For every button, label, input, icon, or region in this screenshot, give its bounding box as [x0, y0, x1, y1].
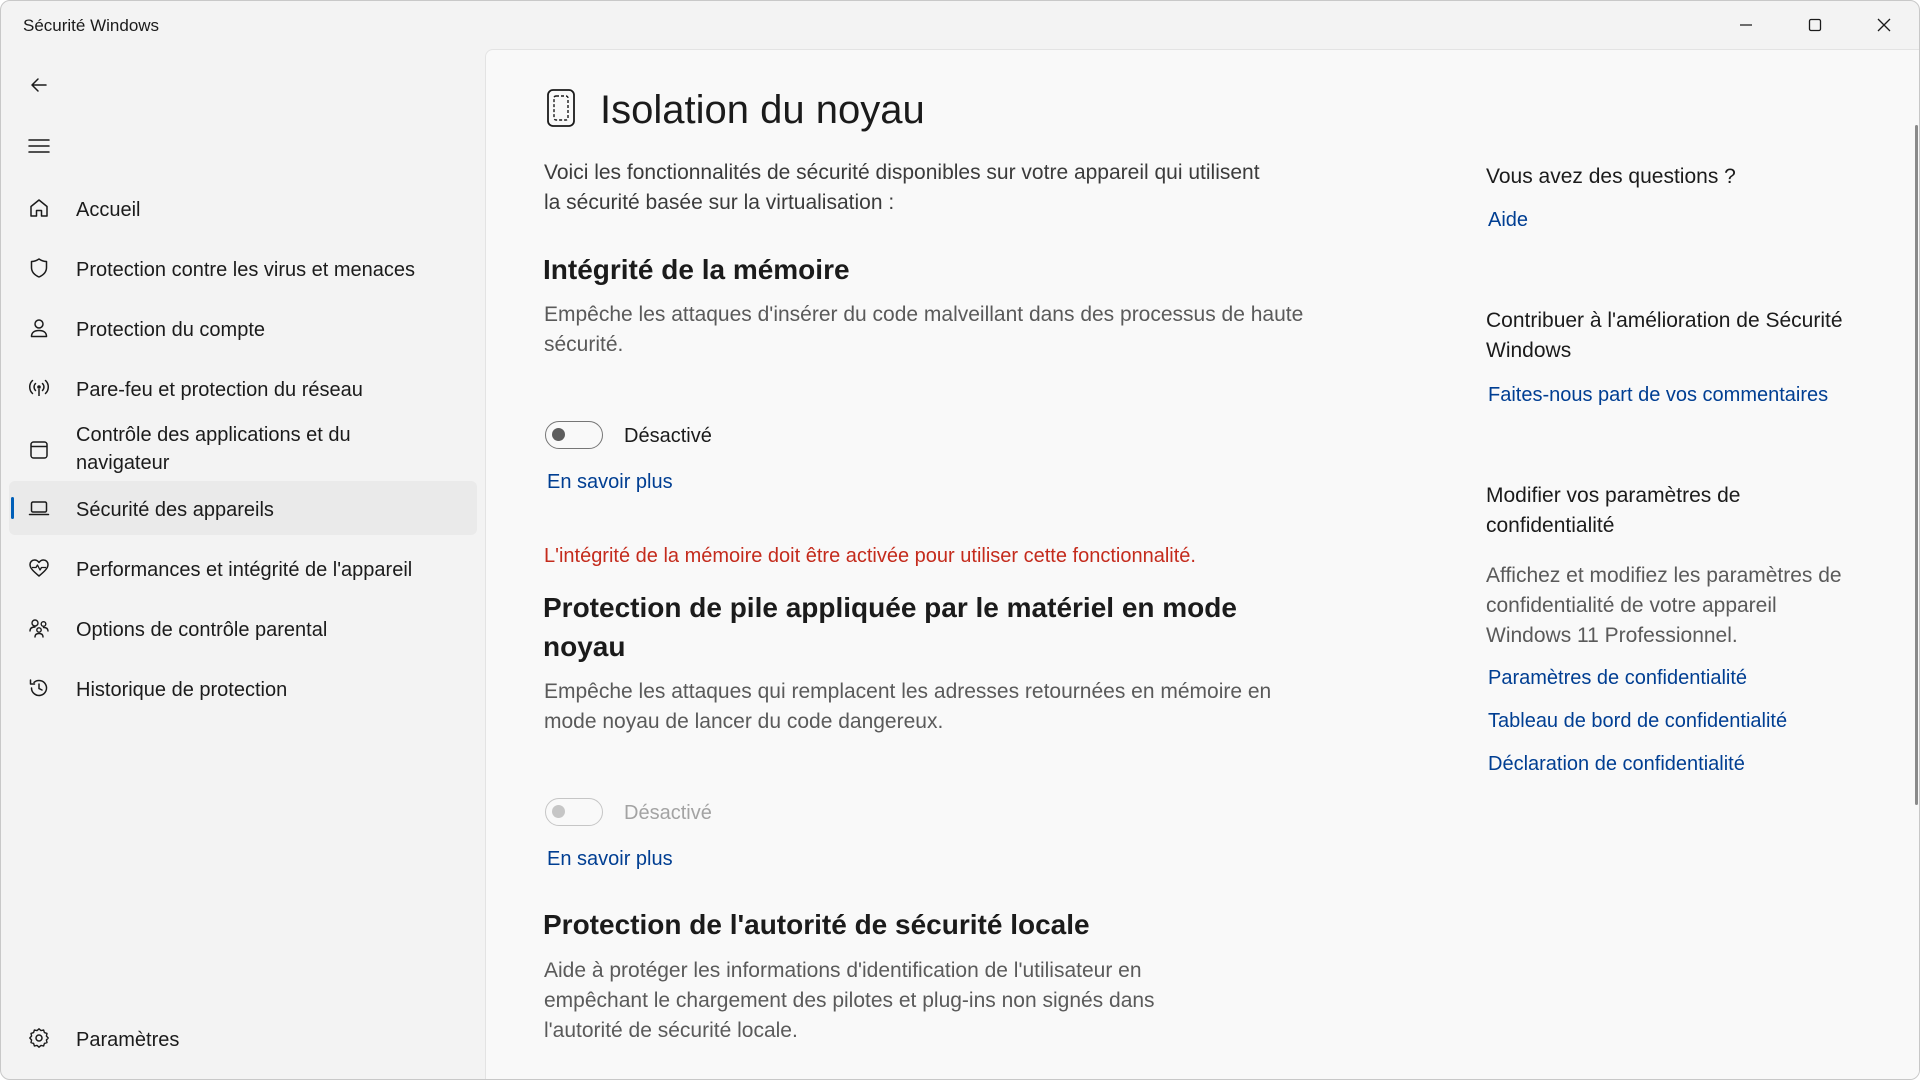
hamburger-icon — [28, 139, 50, 153]
back-button[interactable] — [17, 65, 61, 105]
sidebar-item-virus-protection[interactable]: Protection contre les virus et menaces — [9, 241, 477, 295]
close-icon — [1877, 18, 1891, 32]
learn-more-link[interactable]: En savoir plus — [547, 848, 673, 871]
app-window: Sécurité Windows Accueil Protection cont… — [0, 0, 1920, 1080]
close-button[interactable] — [1850, 1, 1918, 49]
sidebar-item-device-performance[interactable]: Performances et intégrité de l'appareil — [9, 541, 477, 595]
section-description: Empêche les attaques d'insérer du code m… — [544, 303, 1304, 356]
privacy-heading: Modifier vos paramètres de confidentiali… — [1486, 484, 1741, 537]
family-icon — [29, 619, 49, 638]
sidebar-item-home[interactable]: Accueil — [9, 181, 477, 235]
privacy-description: Affichez et modifiez les paramètres de c… — [1486, 564, 1842, 647]
sidebar-item-account-protection[interactable]: Protection du compte — [9, 301, 477, 355]
toggle-state-label: Désactivé — [624, 802, 712, 824]
sidebar-item-label: Protection du compte — [76, 319, 265, 341]
minimize-icon — [1740, 24, 1752, 26]
toggle-state-label: Désactivé — [624, 425, 712, 447]
toggle-knob — [552, 428, 565, 441]
sidebar-item-label: Sécurité des appareils — [76, 499, 274, 521]
maximize-icon — [1808, 18, 1822, 32]
privacy-dashboard-link[interactable]: Tableau de bord de confidentialité — [1488, 710, 1787, 733]
page-intro: Voici les fonctionnalités de sécurité di… — [544, 161, 1260, 214]
section-title-lsa-protection: Protection de l'autorité de sécurité loc… — [543, 909, 1090, 940]
home-icon — [30, 199, 48, 217]
sidebar-item-device-security[interactable]: Sécurité des appareils — [9, 481, 477, 535]
sidebar-nav: Accueil Protection contre les virus et m… — [1, 49, 485, 1079]
back-arrow-icon — [31, 78, 47, 92]
history-icon — [29, 679, 48, 697]
feedback-link[interactable]: Faites-nous part de vos commentaires — [1488, 384, 1828, 407]
sidebar-item-settings[interactable]: Paramètres — [9, 1011, 477, 1065]
section-title-memory-integrity: Intégrité de la mémoire — [543, 254, 850, 285]
sidebar-item-label: Protection contre les virus et menaces — [76, 259, 416, 281]
stack-protection-toggle[interactable] — [545, 798, 603, 826]
privacy-settings-link[interactable]: Paramètres de confidentialité — [1488, 667, 1747, 690]
gear-icon — [29, 1028, 49, 1048]
hamburger-menu-button[interactable] — [17, 126, 61, 166]
main-content: Isolation du noyau Voici les fonctionnal… — [485, 49, 1919, 1079]
sidebar-item-protection-history[interactable]: Historique de protection — [9, 661, 477, 715]
sidebar-item-label: Options de contrôle parental — [76, 619, 328, 641]
person-icon — [30, 319, 48, 338]
heart-pulse-icon — [29, 559, 49, 577]
laptop-icon — [28, 501, 50, 516]
app-window-icon — [30, 441, 48, 459]
learn-more-link[interactable]: En savoir plus — [547, 471, 673, 494]
sidebar-item-label: Contrôle des applications et du navigate… — [76, 424, 351, 474]
sidebar-item-label: Accueil — [76, 199, 141, 221]
privacy-statement-link[interactable]: Déclaration de confidentialité — [1488, 753, 1745, 776]
window-title: Sécurité Windows — [23, 16, 160, 35]
chip-icon — [547, 89, 575, 127]
memory-integrity-toggle[interactable] — [545, 421, 603, 449]
sidebar-item-firewall[interactable]: Pare-feu et protection du réseau — [9, 361, 477, 415]
section-description: Aide à protéger les informations d'ident… — [544, 959, 1155, 1042]
page-title: Isolation du noyau — [600, 88, 925, 132]
sidebar-item-app-browser-control[interactable]: Contrôle des applications et du navigate… — [9, 421, 477, 479]
title-bar: Sécurité Windows — [1, 1, 1919, 49]
shield-icon — [30, 258, 48, 278]
warning-message: L'intégrité de la mémoire doit être acti… — [544, 545, 1196, 567]
maximize-button[interactable] — [1781, 1, 1849, 49]
sidebar-item-label: Pare-feu et protection du réseau — [76, 379, 363, 401]
help-link[interactable]: Aide — [1488, 209, 1528, 232]
section-title-stack-protection: Protection de pile appliquée par le maté… — [543, 592, 1237, 662]
questions-heading: Vous avez des questions ? — [1486, 165, 1736, 188]
sidebar-item-label: Performances et intégrité de l'appareil — [76, 559, 413, 581]
sidebar-item-label: Historique de protection — [76, 679, 288, 701]
toggle-knob — [552, 805, 565, 818]
feedback-heading: Contribuer à l'amélioration de Sécurité … — [1486, 309, 1843, 362]
sidebar-item-label: Paramètres — [76, 1029, 180, 1051]
minimize-button[interactable] — [1712, 1, 1780, 49]
vertical-scrollbar[interactable] — [1915, 125, 1918, 805]
section-description: Empêche les attaques qui remplacent les … — [544, 680, 1272, 733]
sidebar-item-family-options[interactable]: Options de contrôle parental — [9, 601, 477, 655]
wifi-antenna-icon — [28, 379, 50, 396]
